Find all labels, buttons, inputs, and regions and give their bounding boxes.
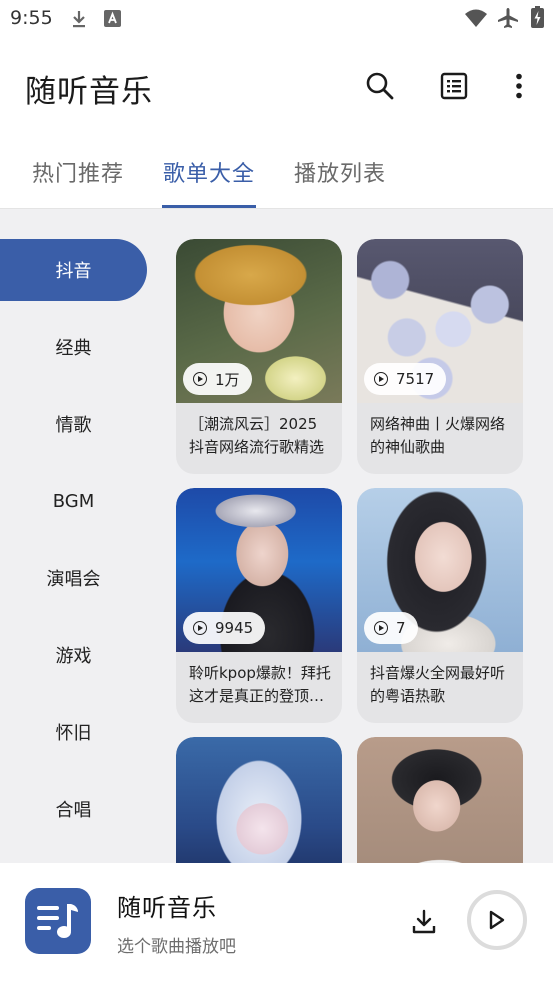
play-count: 9945 [215,619,254,637]
playlist-title: ［潮流风云］2025抖音网络流行歌精选 [189,415,325,456]
playlist-card[interactable] [176,737,342,863]
wifi-icon [465,9,487,27]
category-duet[interactable]: 合唱 [0,778,147,840]
more-button[interactable] [499,66,539,106]
a-notification-icon [104,10,121,27]
list-icon [440,72,468,100]
playlist-cover [176,737,342,863]
search-icon [366,72,394,100]
more-vert-icon [516,73,522,99]
list-button[interactable] [434,66,474,106]
playlist-title: 网络神曲丨火爆网络的神仙歌曲 [370,415,506,456]
status-bar: 9:55 [0,0,553,40]
download-icon [73,11,85,28]
airplane-icon [498,8,518,28]
tab-playlists[interactable]: 歌单大全 [163,156,255,188]
play-count: 1万 [215,370,240,389]
category-love-songs[interactable]: 情歌 [0,393,147,455]
playlist-card[interactable] [357,737,523,863]
play-button[interactable] [467,890,527,950]
playlist-card[interactable]: 9945 聆听kpop爆款！拜托这才是真正的登顶歌曲 [176,488,342,723]
playlist-cover [357,737,523,863]
play-icon [489,910,505,930]
playlist-card[interactable]: 7 抖音爆火全网最好听的粤语热歌 [357,488,523,723]
play-circle-icon [374,621,388,635]
category-nostalgia[interactable]: 怀旧 [0,701,147,763]
play-count-badge: 7517 [364,363,447,395]
download-icon [412,909,436,934]
player-title: 随听音乐 [117,894,217,922]
app-title: 随听音乐 [25,74,153,110]
play-count: 7 [396,619,406,637]
music-list-icon [37,904,78,938]
category-game[interactable]: 游戏 [0,624,147,686]
play-circle-icon [374,372,388,386]
tab-play-queue[interactable]: 播放列表 [294,156,386,188]
status-time: 9:55 [10,7,53,29]
play-circle-icon [193,372,207,386]
content-area[interactable]: 抖音 经典 情歌 BGM 演唱会 游戏 怀旧 合唱 1万 ［潮流风云］2025抖… [0,209,553,863]
category-classic[interactable]: 经典 [0,316,147,378]
playlist-card[interactable]: 7517 网络神曲丨火爆网络的神仙歌曲 [357,239,523,474]
player-subtitle: 选个歌曲播放吧 [117,937,236,957]
search-button[interactable] [360,66,400,106]
play-circle-icon [193,621,207,635]
category-concert[interactable]: 演唱会 [0,547,147,609]
category-bgm[interactable]: BGM [0,470,147,532]
tab-hot[interactable]: 热门推荐 [32,156,124,188]
play-count-badge: 1万 [183,363,252,395]
playlist-card[interactable]: 1万 ［潮流风云］2025抖音网络流行歌精选 [176,239,342,474]
category-douyin[interactable]: 抖音 [0,239,147,301]
download-button[interactable] [404,902,444,942]
play-count-badge: 7 [364,612,418,644]
player-cover [25,888,91,954]
play-count: 7517 [396,370,435,388]
play-count-badge: 9945 [183,612,266,644]
battery-charging-icon [531,6,544,28]
playlist-title: 抖音爆火全网最好听的粤语热歌 [370,664,506,705]
playlist-title: 聆听kpop爆款！拜托这才是真正的登顶歌曲 [189,664,331,705]
